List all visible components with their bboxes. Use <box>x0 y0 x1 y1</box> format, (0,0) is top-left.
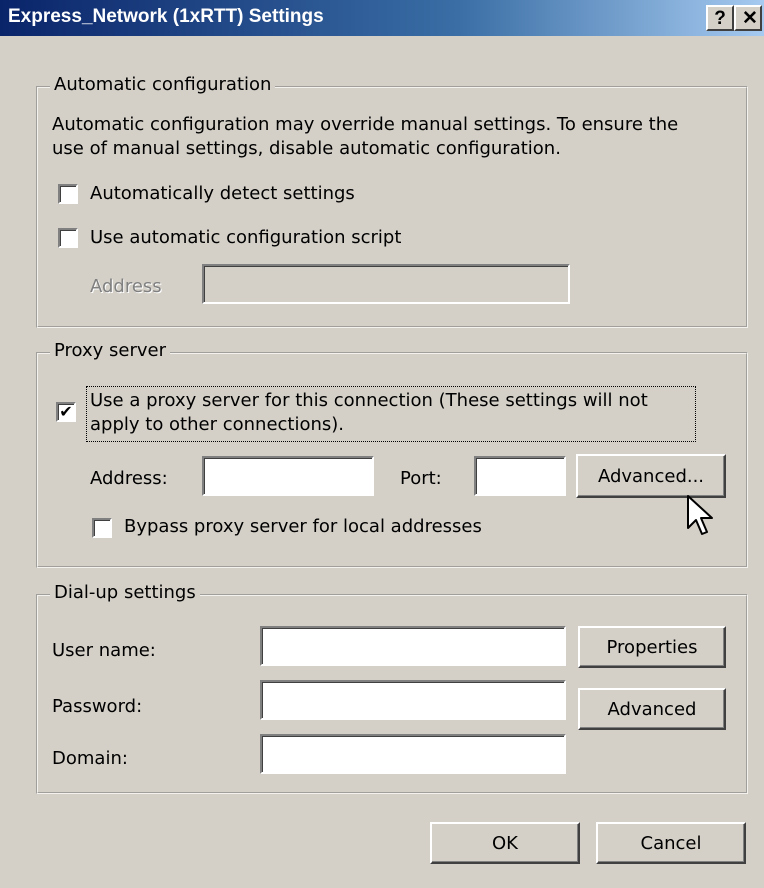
checkmark-icon: ✔ <box>59 402 73 421</box>
username-field[interactable] <box>260 626 566 666</box>
close-button[interactable]: ✕ <box>734 5 762 31</box>
auto-detect-label[interactable]: Automatically detect settings <box>90 183 355 204</box>
window-title: Express_Network (1xRTT) Settings <box>8 6 324 27</box>
proxy-port-label: Port: <box>400 468 442 489</box>
domain-field[interactable] <box>260 734 566 774</box>
proxy-address-field[interactable] <box>202 456 374 496</box>
cancel-label: Cancel <box>640 832 702 854</box>
password-label: Password: <box>52 696 143 717</box>
auto-config-description-line2: use of manual settings, disable automati… <box>52 138 561 159</box>
group-title: Proxy server <box>50 340 171 361</box>
dialup-settings-group: Dial-up settings User name: Password: Do… <box>36 582 748 794</box>
proxy-advanced-label: Advanced... <box>597 465 705 487</box>
auto-detect-checkbox[interactable] <box>58 184 78 204</box>
auto-script-checkbox[interactable] <box>58 228 78 248</box>
script-address-label: Address <box>90 276 162 297</box>
properties-button[interactable]: Properties <box>578 626 726 668</box>
title-bar[interactable]: Express_Network (1xRTT) Settings ? ✕ <box>0 0 764 36</box>
proxy-advanced-button[interactable]: Advanced... <box>576 454 726 498</box>
ok-button[interactable]: OK <box>430 822 580 864</box>
mouse-pointer-icon <box>687 495 713 535</box>
script-address-field[interactable] <box>202 264 570 304</box>
cancel-button[interactable]: Cancel <box>596 822 746 864</box>
properties-label: Properties <box>606 636 698 658</box>
automatic-configuration-group: Automatic configuration Automatic config… <box>36 74 748 328</box>
bypass-local-checkbox[interactable] <box>92 518 112 538</box>
proxy-server-group: Proxy server ✔ Use a proxy server for th… <box>36 340 748 568</box>
proxy-address-label: Address: <box>90 468 168 489</box>
auto-script-label[interactable]: Use automatic configuration script <box>90 227 401 248</box>
ok-label: OK <box>492 832 518 854</box>
auto-config-description-line1: Automatic configuration may override man… <box>52 114 679 135</box>
group-title: Dial-up settings <box>50 582 200 603</box>
password-field[interactable] <box>260 680 566 720</box>
username-label: User name: <box>52 640 156 661</box>
bypass-local-label[interactable]: Bypass proxy server for local addresses <box>124 516 482 537</box>
help-button[interactable]: ? <box>706 5 734 31</box>
proxy-port-field[interactable] <box>474 456 566 496</box>
proxy-settings-dialog: Express_Network (1xRTT) Settings ? ✕ Aut… <box>0 0 764 888</box>
use-proxy-label-line1[interactable]: Use a proxy server for this connection (… <box>90 390 648 411</box>
use-proxy-checkbox[interactable]: ✔ <box>56 402 76 422</box>
use-proxy-label-line2[interactable]: apply to other connections). <box>90 414 344 435</box>
dialup-advanced-label: Advanced <box>607 698 697 720</box>
dialup-advanced-button[interactable]: Advanced <box>578 688 726 730</box>
group-title: Automatic configuration <box>50 74 276 95</box>
domain-label: Domain: <box>52 748 128 769</box>
